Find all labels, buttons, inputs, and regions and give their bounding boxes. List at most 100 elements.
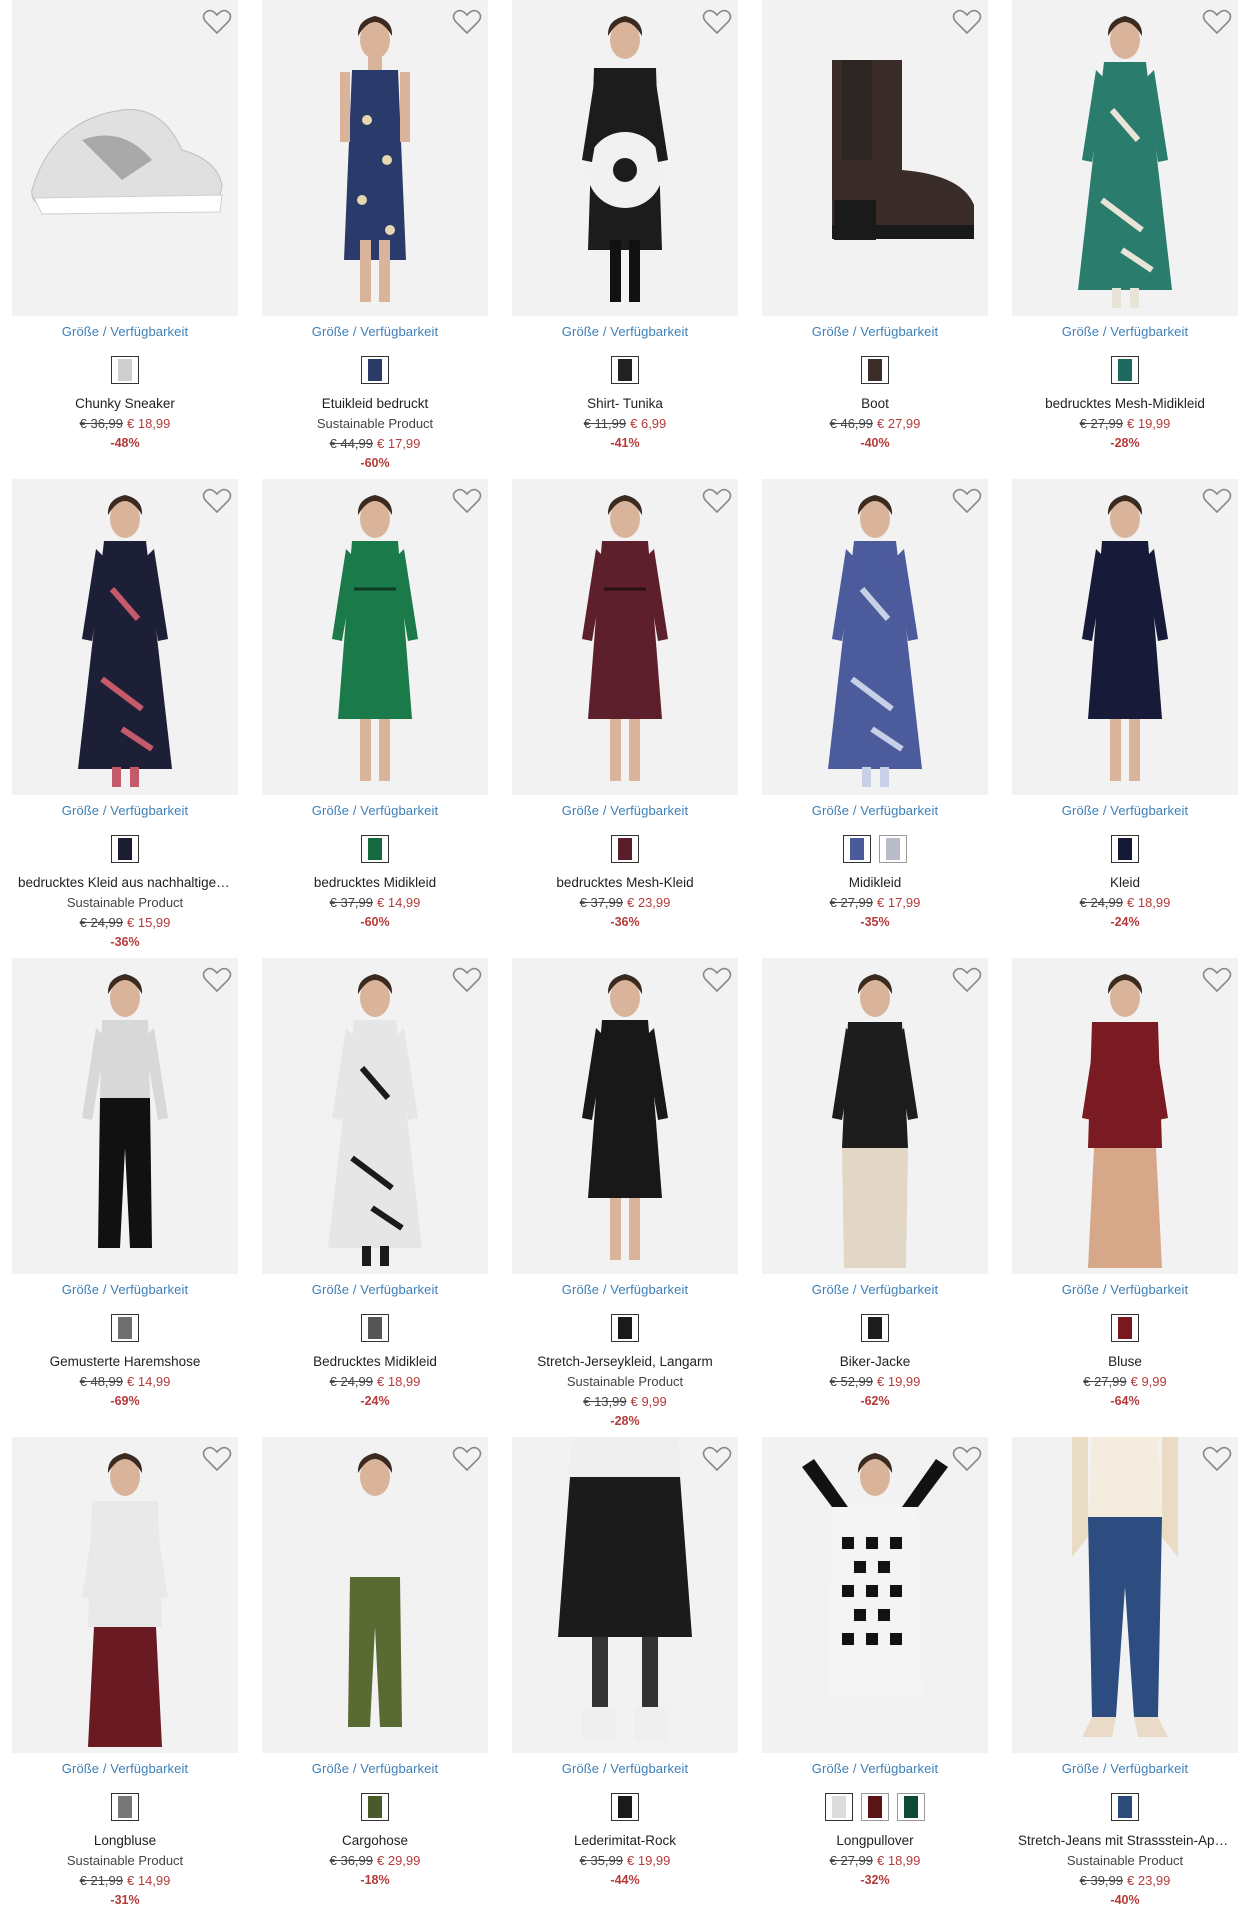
product-card[interactable]: Größe / Verfügbarkeit Midikleid € 27,99 € 1… bbox=[762, 479, 988, 957]
wishlist-heart-icon[interactable] bbox=[202, 487, 232, 515]
color-swatch[interactable] bbox=[897, 1793, 925, 1821]
product-card[interactable]: Größe / Verfügbarkeit Kleid € 24,99 € 18,99… bbox=[1012, 479, 1238, 957]
product-card[interactable]: Größe / Verfügbarkeit bedrucktes Midiklei… bbox=[262, 479, 488, 957]
product-name[interactable]: Biker-Jacke bbox=[762, 1354, 988, 1369]
wishlist-heart-icon[interactable] bbox=[952, 966, 982, 994]
color-swatch[interactable] bbox=[861, 1314, 889, 1342]
product-name[interactable]: Stretch-Jerseykleid, Langarm bbox=[512, 1354, 738, 1369]
size-availability-link[interactable]: Größe / Verfügbarkeit bbox=[1012, 1282, 1238, 1297]
color-swatch[interactable] bbox=[843, 835, 871, 863]
product-card[interactable]: Größe / Verfügbarkeit Etuikleid bedruckt S… bbox=[262, 0, 488, 478]
size-availability-link[interactable]: Größe / Verfügbarkeit bbox=[12, 803, 238, 818]
wishlist-heart-icon[interactable] bbox=[702, 8, 732, 36]
product-image[interactable] bbox=[512, 958, 738, 1274]
product-name[interactable]: Bedrucktes Midikleid bbox=[262, 1354, 488, 1369]
color-swatch[interactable] bbox=[1111, 1793, 1139, 1821]
wishlist-heart-icon[interactable] bbox=[702, 1445, 732, 1473]
product-name[interactable]: Longbluse bbox=[12, 1833, 238, 1848]
color-swatch[interactable] bbox=[1111, 356, 1139, 384]
product-image[interactable] bbox=[262, 0, 488, 316]
product-name[interactable]: Lederimitat-Rock bbox=[512, 1833, 738, 1848]
wishlist-heart-icon[interactable] bbox=[202, 8, 232, 36]
product-card[interactable]: Größe / Verfügbarkeit Chunky Sneaker € 36,… bbox=[12, 0, 238, 478]
product-image[interactable] bbox=[762, 1437, 988, 1753]
product-name[interactable]: bedrucktes Kleid aus nachhaltiger ... bbox=[12, 875, 238, 890]
product-name[interactable]: Shirt- Tunika bbox=[512, 396, 738, 411]
product-card[interactable]: Größe / Verfügbarkeit Shirt- Tunika € 11,9… bbox=[512, 0, 738, 478]
product-image[interactable] bbox=[262, 479, 488, 795]
product-name[interactable]: Longpullover bbox=[762, 1833, 988, 1848]
product-image[interactable] bbox=[1012, 958, 1238, 1274]
color-swatch[interactable] bbox=[361, 835, 389, 863]
wishlist-heart-icon[interactable] bbox=[452, 487, 482, 515]
product-name[interactable]: Etuikleid bedruckt bbox=[262, 396, 488, 411]
product-name[interactable]: Boot bbox=[762, 396, 988, 411]
size-availability-link[interactable]: Größe / Verfügbarkeit bbox=[1012, 324, 1238, 339]
wishlist-heart-icon[interactable] bbox=[1202, 8, 1232, 36]
size-availability-link[interactable]: Größe / Verfügbarkeit bbox=[512, 1761, 738, 1776]
product-image[interactable] bbox=[1012, 1437, 1238, 1753]
size-availability-link[interactable]: Größe / Verfügbarkeit bbox=[12, 1282, 238, 1297]
color-swatch[interactable] bbox=[111, 1314, 139, 1342]
product-name[interactable]: Stretch-Jeans mit Strassstein-Appli... bbox=[1012, 1833, 1238, 1848]
product-card[interactable]: Größe / Verfügbarkeit bedrucktes Kleid au… bbox=[12, 479, 238, 957]
size-availability-link[interactable]: Größe / Verfügbarkeit bbox=[1012, 1761, 1238, 1776]
color-swatch[interactable] bbox=[1111, 1314, 1139, 1342]
wishlist-heart-icon[interactable] bbox=[1202, 487, 1232, 515]
wishlist-heart-icon[interactable] bbox=[702, 966, 732, 994]
size-availability-link[interactable]: Größe / Verfügbarkeit bbox=[762, 1282, 988, 1297]
color-swatch[interactable] bbox=[111, 835, 139, 863]
color-swatch[interactable] bbox=[879, 835, 907, 863]
product-card[interactable]: Größe / Verfügbarkeit Bedrucktes Midiklei… bbox=[262, 958, 488, 1436]
product-image[interactable] bbox=[1012, 0, 1238, 316]
product-name[interactable]: Cargohose bbox=[262, 1833, 488, 1848]
product-card[interactable]: Größe / Verfügbarkeit Bluse € 27,99 € 9,99 -… bbox=[1012, 958, 1238, 1436]
product-name[interactable]: bedrucktes Mesh-Kleid bbox=[512, 875, 738, 890]
product-image[interactable] bbox=[512, 479, 738, 795]
color-swatch[interactable] bbox=[111, 1793, 139, 1821]
wishlist-heart-icon[interactable] bbox=[702, 487, 732, 515]
product-name[interactable]: Bluse bbox=[1012, 1354, 1238, 1369]
wishlist-heart-icon[interactable] bbox=[452, 1445, 482, 1473]
color-swatch[interactable] bbox=[611, 1793, 639, 1821]
product-image[interactable] bbox=[512, 1437, 738, 1753]
size-availability-link[interactable]: Größe / Verfügbarkeit bbox=[762, 803, 988, 818]
product-image[interactable] bbox=[762, 0, 988, 316]
size-availability-link[interactable]: Größe / Verfügbarkeit bbox=[262, 324, 488, 339]
product-image[interactable] bbox=[762, 479, 988, 795]
color-swatch[interactable] bbox=[611, 356, 639, 384]
wishlist-heart-icon[interactable] bbox=[952, 8, 982, 36]
size-availability-link[interactable]: Größe / Verfügbarkeit bbox=[512, 324, 738, 339]
product-name[interactable]: bedrucktes Mesh-Midikleid bbox=[1012, 396, 1238, 411]
product-card[interactable]: Größe / Verfügbarkeit Biker-Jacke € 52,99 €… bbox=[762, 958, 988, 1436]
product-card[interactable]: Größe / Verfügbarkeit Stretch-Jerseykleid… bbox=[512, 958, 738, 1436]
product-image[interactable] bbox=[12, 479, 238, 795]
wishlist-heart-icon[interactable] bbox=[202, 1445, 232, 1473]
product-name[interactable]: bedrucktes Midikleid bbox=[262, 875, 488, 890]
product-name[interactable]: Kleid bbox=[1012, 875, 1238, 890]
color-swatch[interactable] bbox=[611, 835, 639, 863]
product-card[interactable]: Größe / Verfügbarkeit Stretch-Jeans mit S… bbox=[1012, 1437, 1238, 1915]
product-image[interactable] bbox=[262, 958, 488, 1274]
size-availability-link[interactable]: Größe / Verfügbarkeit bbox=[762, 324, 988, 339]
color-swatch[interactable] bbox=[611, 1314, 639, 1342]
product-card[interactable]: Größe / Verfügbarkeit bedrucktes Mesh-Kle… bbox=[512, 479, 738, 957]
wishlist-heart-icon[interactable] bbox=[952, 487, 982, 515]
color-swatch[interactable] bbox=[361, 1793, 389, 1821]
product-card[interactable]: Größe / Verfügbarkeit bedrucktes Mesh-Mid… bbox=[1012, 0, 1238, 478]
size-availability-link[interactable]: Größe / Verfügbarkeit bbox=[12, 324, 238, 339]
color-swatch[interactable] bbox=[825, 1793, 853, 1821]
wishlist-heart-icon[interactable] bbox=[452, 966, 482, 994]
product-name[interactable]: Chunky Sneaker bbox=[12, 396, 238, 411]
color-swatch[interactable] bbox=[1111, 835, 1139, 863]
product-name[interactable]: Midikleid bbox=[762, 875, 988, 890]
product-card[interactable]: Größe / Verfügbarkeit Cargohose € 36,99 € 2… bbox=[262, 1437, 488, 1915]
product-card[interactable]: Größe / Verfügbarkeit Longpullover € 27,99… bbox=[762, 1437, 988, 1915]
wishlist-heart-icon[interactable] bbox=[952, 1445, 982, 1473]
wishlist-heart-icon[interactable] bbox=[1202, 966, 1232, 994]
product-image[interactable] bbox=[12, 0, 238, 316]
product-image[interactable] bbox=[512, 0, 738, 316]
wishlist-heart-icon[interactable] bbox=[1202, 1445, 1232, 1473]
size-availability-link[interactable]: Größe / Verfügbarkeit bbox=[262, 803, 488, 818]
wishlist-heart-icon[interactable] bbox=[452, 8, 482, 36]
